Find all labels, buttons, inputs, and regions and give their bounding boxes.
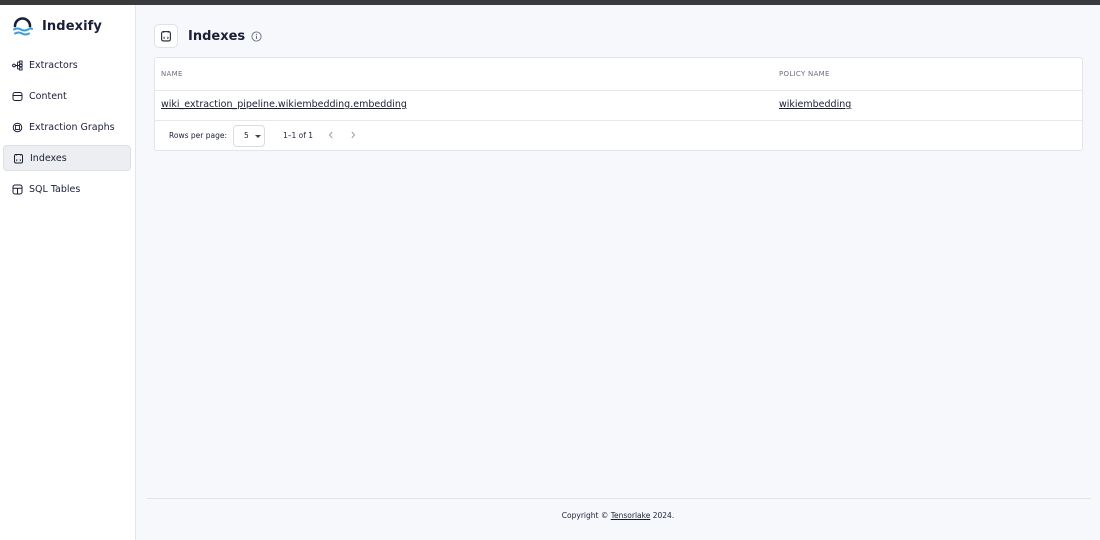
pagination-range: 1–1 of 1 bbox=[283, 131, 314, 140]
app-name: Indexify bbox=[42, 18, 102, 34]
page-icon-box bbox=[154, 24, 178, 48]
rows-per-page-value: 5 bbox=[244, 131, 249, 140]
sidebar-item-label: Content bbox=[29, 90, 67, 102]
footer: Copyright © Tensorlake 2024. bbox=[136, 511, 1100, 520]
previous-page-icon[interactable] bbox=[326, 130, 336, 140]
sidebar-item-extractors[interactable]: Extractors bbox=[3, 52, 131, 78]
table-icon bbox=[12, 184, 23, 194]
column-header-policy-name: POLICY NAME bbox=[779, 70, 830, 78]
sidebar-item-extraction-graphs[interactable]: Extraction Graphs bbox=[3, 114, 131, 140]
rows-per-page-select[interactable]: 5 bbox=[233, 125, 265, 147]
sidebar-item-content[interactable]: Content bbox=[3, 83, 131, 109]
branch-icon bbox=[12, 60, 23, 70]
next-page-icon[interactable] bbox=[348, 130, 358, 140]
indexes-table: NAME POLICY NAME wiki_extraction_pipelin… bbox=[154, 57, 1083, 151]
table-pagination: Rows per page: 5 1–1 of 1 bbox=[155, 121, 1082, 151]
footer-company-link[interactable]: Tensorlake bbox=[611, 511, 651, 520]
footer-copyright-suffix: 2024. bbox=[650, 511, 675, 520]
sidebar-item-label: Extractors bbox=[29, 59, 78, 71]
caret-down-icon bbox=[255, 135, 261, 138]
footer-copyright-prefix: Copyright © bbox=[561, 511, 611, 520]
page-header: Indexes bbox=[154, 24, 262, 48]
sidebar-nav: Extractors Content Extraction Graphs Ind… bbox=[3, 52, 131, 207]
indexify-logo-icon bbox=[13, 17, 33, 36]
index-icon bbox=[14, 153, 23, 163]
sidebar-item-sql-tables[interactable]: SQL Tables bbox=[3, 176, 131, 202]
sidebar-item-label: Indexes bbox=[30, 152, 67, 164]
main-content: Indexes NAME POLICY NAME wiki_extraction… bbox=[136, 5, 1100, 540]
brand[interactable]: Indexify bbox=[12, 14, 102, 38]
info-icon[interactable] bbox=[251, 30, 262, 42]
rows-per-page-label: Rows per page: bbox=[169, 131, 227, 140]
table-header: NAME POLICY NAME bbox=[155, 58, 1082, 91]
sidebar-item-label: SQL Tables bbox=[29, 183, 81, 195]
database-icon bbox=[12, 91, 23, 101]
table-row: wiki_extraction_pipeline.wikiembedding.e… bbox=[155, 91, 1082, 121]
chip-icon bbox=[12, 122, 23, 132]
sidebar-item-indexes[interactable]: Indexes bbox=[3, 145, 131, 171]
footer-divider bbox=[147, 498, 1091, 499]
sidebar: Indexify Extractors Content Extraction G… bbox=[0, 5, 136, 540]
index-name-link[interactable]: wiki_extraction_pipeline.wikiembedding.e… bbox=[161, 99, 407, 110]
index-icon bbox=[161, 31, 171, 42]
column-header-name: NAME bbox=[161, 70, 183, 78]
page-title: Indexes bbox=[188, 28, 246, 44]
sidebar-item-label: Extraction Graphs bbox=[29, 121, 115, 133]
policy-name-link[interactable]: wikiembedding bbox=[779, 99, 851, 110]
